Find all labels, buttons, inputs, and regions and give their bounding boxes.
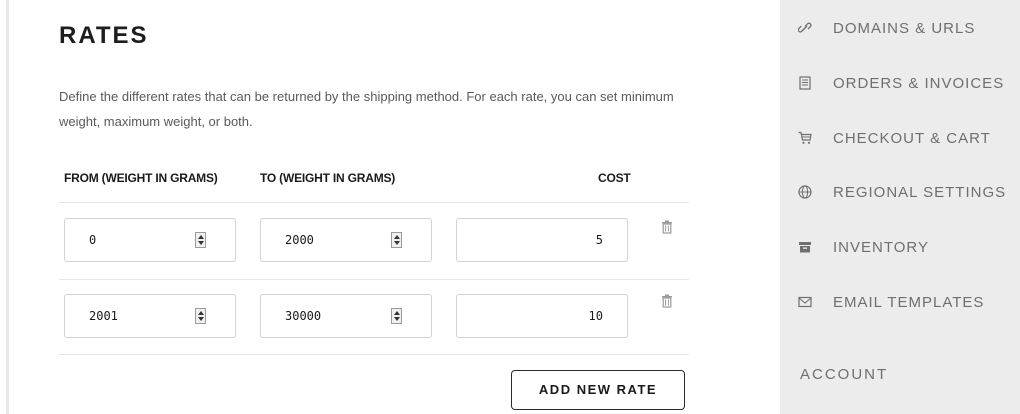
link-icon (798, 22, 812, 33)
table-divider (59, 202, 689, 203)
envelope-icon (798, 296, 812, 308)
column-header-to: TO (WEIGHT IN GRAMS) (260, 171, 396, 185)
sidebar-item-label: DOMAINS & URLS (833, 20, 976, 37)
sidebar-item-label: CHECKOUT & CART (833, 130, 991, 147)
box-icon (799, 242, 811, 253)
sidebar-item-label: INVENTORY (833, 239, 929, 256)
sidebar-item-inventory[interactable]: INVENTORY (780, 227, 1020, 267)
cart-icon (798, 131, 812, 144)
cost-value: 5 (595, 233, 603, 247)
number-stepper[interactable] (391, 308, 402, 324)
from-weight-input[interactable]: 0 (64, 218, 236, 262)
column-header-cost: COST (598, 171, 631, 185)
sidebar-item-label: REGIONAL SETTINGS (833, 184, 1007, 201)
number-stepper[interactable] (391, 232, 402, 248)
section-description: Define the different rates that can be r… (59, 89, 674, 129)
cost-value: 10 (588, 309, 603, 323)
to-weight-value: 30000 (285, 309, 322, 323)
column-header-from: FROM (WEIGHT IN GRAMS) (64, 171, 218, 185)
invoice-icon (799, 76, 811, 90)
table-divider (59, 354, 689, 355)
from-weight-input[interactable]: 2001 (64, 294, 236, 338)
sidebar-item-email-templates[interactable]: EMAIL TEMPLATES (780, 282, 1020, 322)
sidebar-item-regional-settings[interactable]: REGIONAL SETTINGS (780, 172, 1020, 212)
cost-input[interactable]: 10 (456, 294, 628, 338)
sidebar-item-domains-urls[interactable]: DOMAINS & URLS (780, 8, 1020, 48)
sidebar-item-checkout-cart[interactable]: CHECKOUT & CART (780, 118, 1020, 158)
to-weight-input[interactable]: 30000 (260, 294, 432, 338)
from-weight-value: 0 (89, 233, 97, 247)
settings-sidebar: DOMAINS & URLS ORDERS & INVOICES CHECKOU… (780, 0, 1020, 414)
number-stepper[interactable] (195, 232, 206, 248)
cost-input[interactable]: 5 (456, 218, 628, 262)
to-weight-value: 2000 (285, 233, 314, 247)
number-stepper[interactable] (195, 308, 206, 324)
trash-icon[interactable] (661, 294, 673, 308)
rates-section: RATES Define the different rates that ca… (0, 0, 780, 414)
table-divider (59, 279, 689, 280)
sidebar-item-label: ORDERS & INVOICES (833, 75, 1005, 92)
sidebar-item-orders-invoices[interactable]: ORDERS & INVOICES (780, 63, 1020, 103)
trash-icon[interactable] (661, 220, 673, 234)
sidebar-item-label: EMAIL TEMPLATES (833, 294, 985, 311)
add-new-rate-button[interactable]: ADD NEW RATE (511, 370, 685, 410)
sidebar-section-heading: ACCOUNT (800, 366, 889, 383)
from-weight-value: 2001 (89, 309, 118, 323)
section-title: RATES (59, 22, 149, 49)
to-weight-input[interactable]: 2000 (260, 218, 432, 262)
globe-icon (798, 185, 812, 199)
